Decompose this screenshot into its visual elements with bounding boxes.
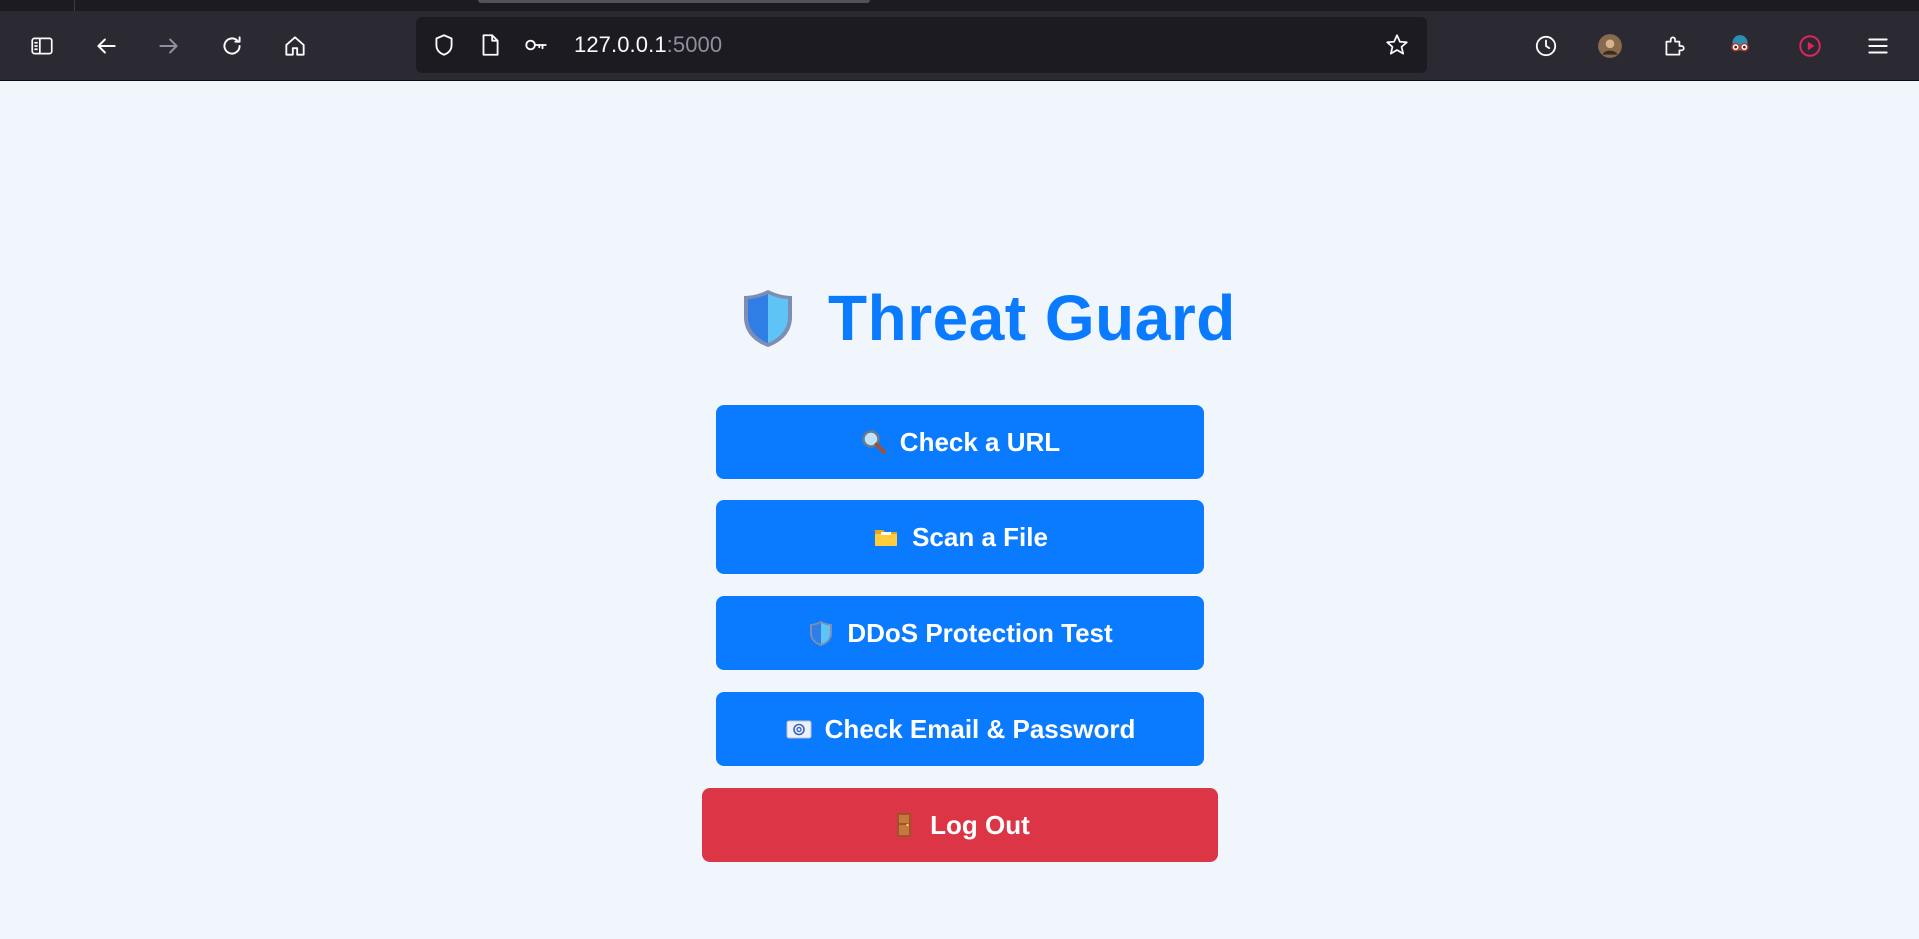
magnifier-icon — [860, 428, 888, 456]
page-info-icon[interactable] — [476, 31, 504, 59]
key-icon[interactable] — [522, 31, 550, 59]
extension-play-icon[interactable] — [1790, 26, 1830, 66]
extension-glasses-icon[interactable] — [1720, 26, 1760, 66]
extensions-puzzle-icon[interactable] — [1654, 26, 1694, 66]
star-icon[interactable] — [1383, 31, 1411, 59]
url-host: 127.0.0.1 — [574, 32, 667, 57]
shield-logo-icon — [744, 290, 792, 347]
email-icon — [785, 715, 813, 743]
tracking-shield-icon[interactable] — [430, 31, 458, 59]
url-text[interactable]: 127.0.0.1:5000 — [574, 32, 722, 58]
check-url-button[interactable]: Check a URL — [716, 405, 1204, 479]
tab-divider — [74, 0, 75, 11]
scan-file-button[interactable]: Scan a File — [716, 500, 1204, 574]
check-email-password-label: Check Email & Password — [824, 713, 1136, 744]
hamburger-menu-icon[interactable] — [1858, 26, 1898, 66]
account-avatar-icon[interactable] — [1590, 26, 1630, 66]
folder-icon — [872, 523, 900, 551]
history-clock-icon[interactable] — [1526, 26, 1566, 66]
check-url-label: Check a URL — [899, 426, 1061, 457]
check-email-password-button[interactable]: Check Email & Password — [716, 692, 1204, 766]
forward-arrow-icon[interactable] — [149, 26, 189, 66]
active-tab[interactable] — [478, 0, 870, 3]
sidebar-icon[interactable] — [22, 26, 62, 66]
home-icon[interactable] — [275, 26, 315, 66]
tab-strip — [0, 0, 1919, 11]
browser-toolbar: 127.0.0.1:5000 — [0, 11, 1919, 81]
shield-icon — [807, 619, 835, 647]
log-out-button[interactable]: Log Out — [702, 788, 1218, 862]
reload-icon[interactable] — [212, 26, 252, 66]
page-header: Threat Guard — [740, 278, 1236, 358]
scan-file-label: Scan a File — [912, 521, 1048, 552]
back-arrow-icon[interactable] — [86, 26, 126, 66]
ddos-test-label: DDoS Protection Test — [847, 617, 1113, 648]
door-icon — [890, 811, 918, 839]
url-bar[interactable]: 127.0.0.1:5000 — [416, 17, 1427, 73]
page-content: Threat Guard Check a URL Scan a File DDo… — [0, 82, 1919, 939]
log-out-label: Log Out — [930, 809, 1030, 840]
page-title: Threat Guard — [828, 282, 1236, 354]
url-port: :5000 — [666, 32, 723, 57]
ddos-test-button[interactable]: DDoS Protection Test — [716, 596, 1204, 670]
